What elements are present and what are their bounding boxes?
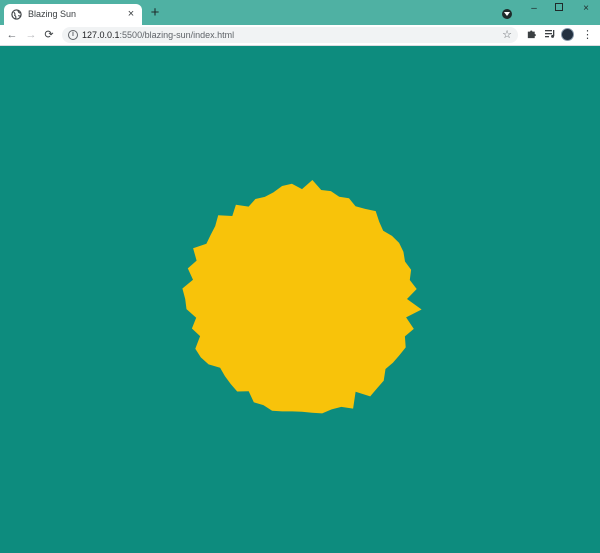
sun-shape <box>182 180 422 414</box>
star-icon[interactable]: ☆ <box>502 28 512 42</box>
blazing-sun <box>182 180 422 414</box>
browser-toolbar: ← → ⟳ i 127.0.0.1:5500/blazing-sun/index… <box>0 25 600 46</box>
globe-icon <box>11 9 22 20</box>
kebab-menu-icon[interactable]: ⋮ <box>582 28 593 42</box>
page-content <box>0 46 600 553</box>
maximize-button[interactable] <box>549 2 569 16</box>
new-tab-button[interactable]: + <box>148 5 162 20</box>
tab-title: Blazing Sun <box>28 9 77 19</box>
maximize-icon <box>555 3 563 11</box>
reload-button[interactable]: ⟳ <box>42 28 56 42</box>
forward-button[interactable]: → <box>24 28 38 42</box>
tab-close-icon[interactable]: × <box>125 8 137 20</box>
browser-window: Blazing Sun × + – × ← → ⟳ i 127.0.0.1:55… <box>0 0 600 553</box>
media-control-icon[interactable] <box>543 28 557 42</box>
address-bar[interactable]: i 127.0.0.1:5500/blazing-sun/index.html … <box>62 27 518 43</box>
puzzle-icon[interactable] <box>524 28 538 42</box>
tab-blazing-sun[interactable]: Blazing Sun × <box>4 4 142 25</box>
info-icon[interactable]: i <box>68 30 78 40</box>
back-button[interactable]: ← <box>5 28 19 42</box>
minimize-button[interactable]: – <box>524 2 544 16</box>
puzzle-glyph <box>527 30 536 39</box>
url-host: 127.0.0.1 <box>82 30 120 40</box>
tab-strip: Blazing Sun × + – × <box>0 0 600 25</box>
media-glyph <box>545 30 555 38</box>
tab-search-icon[interactable] <box>502 9 512 19</box>
profile-avatar[interactable] <box>561 28 574 41</box>
url-path: :5500/blazing-sun/index.html <box>119 30 235 40</box>
close-window-button[interactable]: × <box>576 2 596 16</box>
url-text[interactable]: 127.0.0.1:5500/blazing-sun/index.html <box>82 29 234 41</box>
